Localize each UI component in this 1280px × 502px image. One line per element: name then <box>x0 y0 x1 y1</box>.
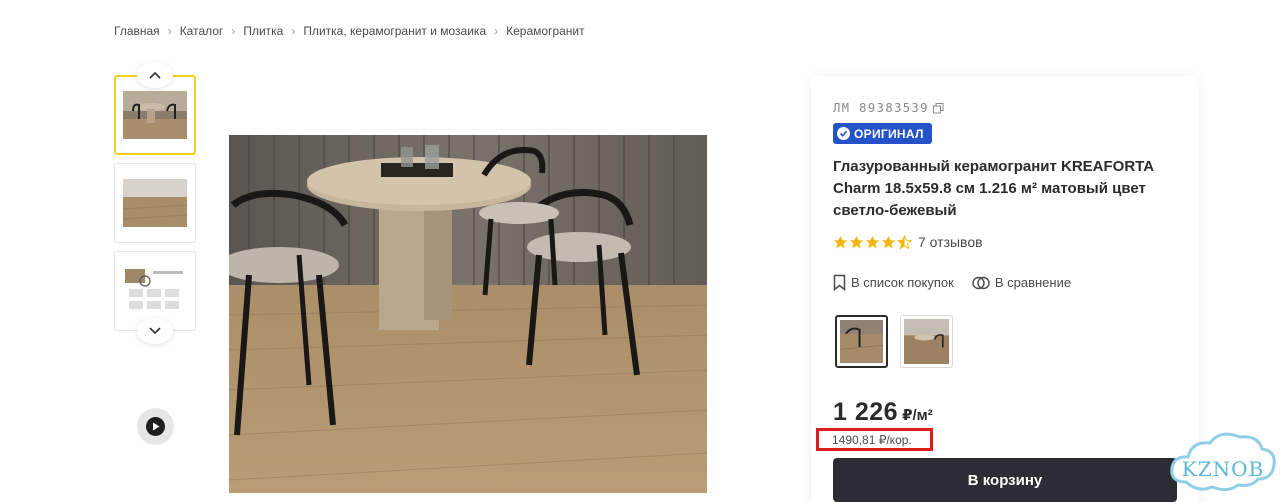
original-badge: ОРИГИНАЛ <box>833 123 932 144</box>
add-to-list-label: В список покупок <box>851 275 954 290</box>
breadcrumb-tiles[interactable]: Плитка <box>243 24 283 38</box>
product-sku: ЛМ 89383539 <box>833 101 944 115</box>
star-icon <box>881 235 896 248</box>
thumbnail-2[interactable] <box>114 163 196 243</box>
compare-label: В сравнение <box>994 275 1072 290</box>
product-page: Главная › Каталог › Плитка › Плитка, кер… <box>0 0 1280 502</box>
check-icon <box>837 127 850 140</box>
chevron-right-icon: › <box>167 24 172 38</box>
thumbnail-image-dining <box>123 91 187 139</box>
chevron-right-icon: › <box>494 24 499 38</box>
product-actions: В список покупок В сравнение <box>833 274 1071 291</box>
variant-2[interactable] <box>900 315 953 368</box>
play-video-button[interactable] <box>137 408 174 445</box>
compare-button[interactable]: В сравнение <box>972 274 1071 291</box>
thumbnail-image-infographic <box>123 267 187 315</box>
star-icon <box>865 235 880 248</box>
thumbnail-image-floor <box>123 179 187 227</box>
add-to-list-button[interactable]: В список покупок <box>833 274 954 291</box>
svg-text:KZNOB: KZNOB <box>1182 457 1264 481</box>
breadcrumb-porcelain[interactable]: Керамогранит <box>506 24 585 38</box>
copy-icon[interactable] <box>932 102 944 114</box>
chevron-down-icon <box>149 327 161 335</box>
chevron-right-icon: › <box>291 24 296 38</box>
breadcrumb: Главная › Каталог › Плитка › Плитка, кер… <box>114 24 585 38</box>
variant-image-room <box>904 319 949 364</box>
thumbnail-next-button[interactable] <box>137 318 173 344</box>
product-price: 1 226 ₽/м² <box>833 398 933 427</box>
thumbnail-prev-button[interactable] <box>137 62 173 88</box>
main-product-image[interactable] <box>229 135 707 493</box>
product-card: ЛМ 89383539 ОРИГИНАЛ Глазурованный керам… <box>811 76 1199 502</box>
breadcrumb-catalog[interactable]: Каталог <box>180 24 224 38</box>
star-icon <box>849 235 864 248</box>
rating-stars <box>833 234 912 250</box>
price-value: 1 226 <box>833 398 899 426</box>
variant-1[interactable] <box>835 315 888 368</box>
price-unit: ₽/м² <box>902 407 933 424</box>
breadcrumb-home[interactable]: Главная <box>114 24 160 38</box>
product-rating[interactable]: 7 отзывов <box>833 234 983 250</box>
reviews-link[interactable]: 7 отзывов <box>918 234 983 250</box>
watermark-logo: KZNOB <box>1166 432 1280 502</box>
add-to-cart-button[interactable]: В корзину <box>833 458 1177 502</box>
compare-icon <box>972 276 990 289</box>
chevron-up-icon <box>149 71 161 79</box>
star-icon <box>833 235 848 248</box>
breadcrumb-tiles-mosaic[interactable]: Плитка, керамогранит и мозаика <box>303 24 486 38</box>
sku-text: ЛМ 89383539 <box>833 101 929 115</box>
product-variants <box>835 315 953 368</box>
box-price: 1490,81 ₽/кор. <box>816 428 933 451</box>
chevron-right-icon: › <box>231 24 236 38</box>
bookmark-icon <box>833 274 846 291</box>
star-half-icon <box>897 234 912 249</box>
badge-label: ОРИГИНАЛ <box>854 126 924 141</box>
dining-room-image <box>229 135 707 493</box>
product-title: Глазурованный керамогранит KREAFORTA Cha… <box>833 158 1154 219</box>
variant-image-floor <box>839 320 884 363</box>
play-icon <box>146 417 165 436</box>
